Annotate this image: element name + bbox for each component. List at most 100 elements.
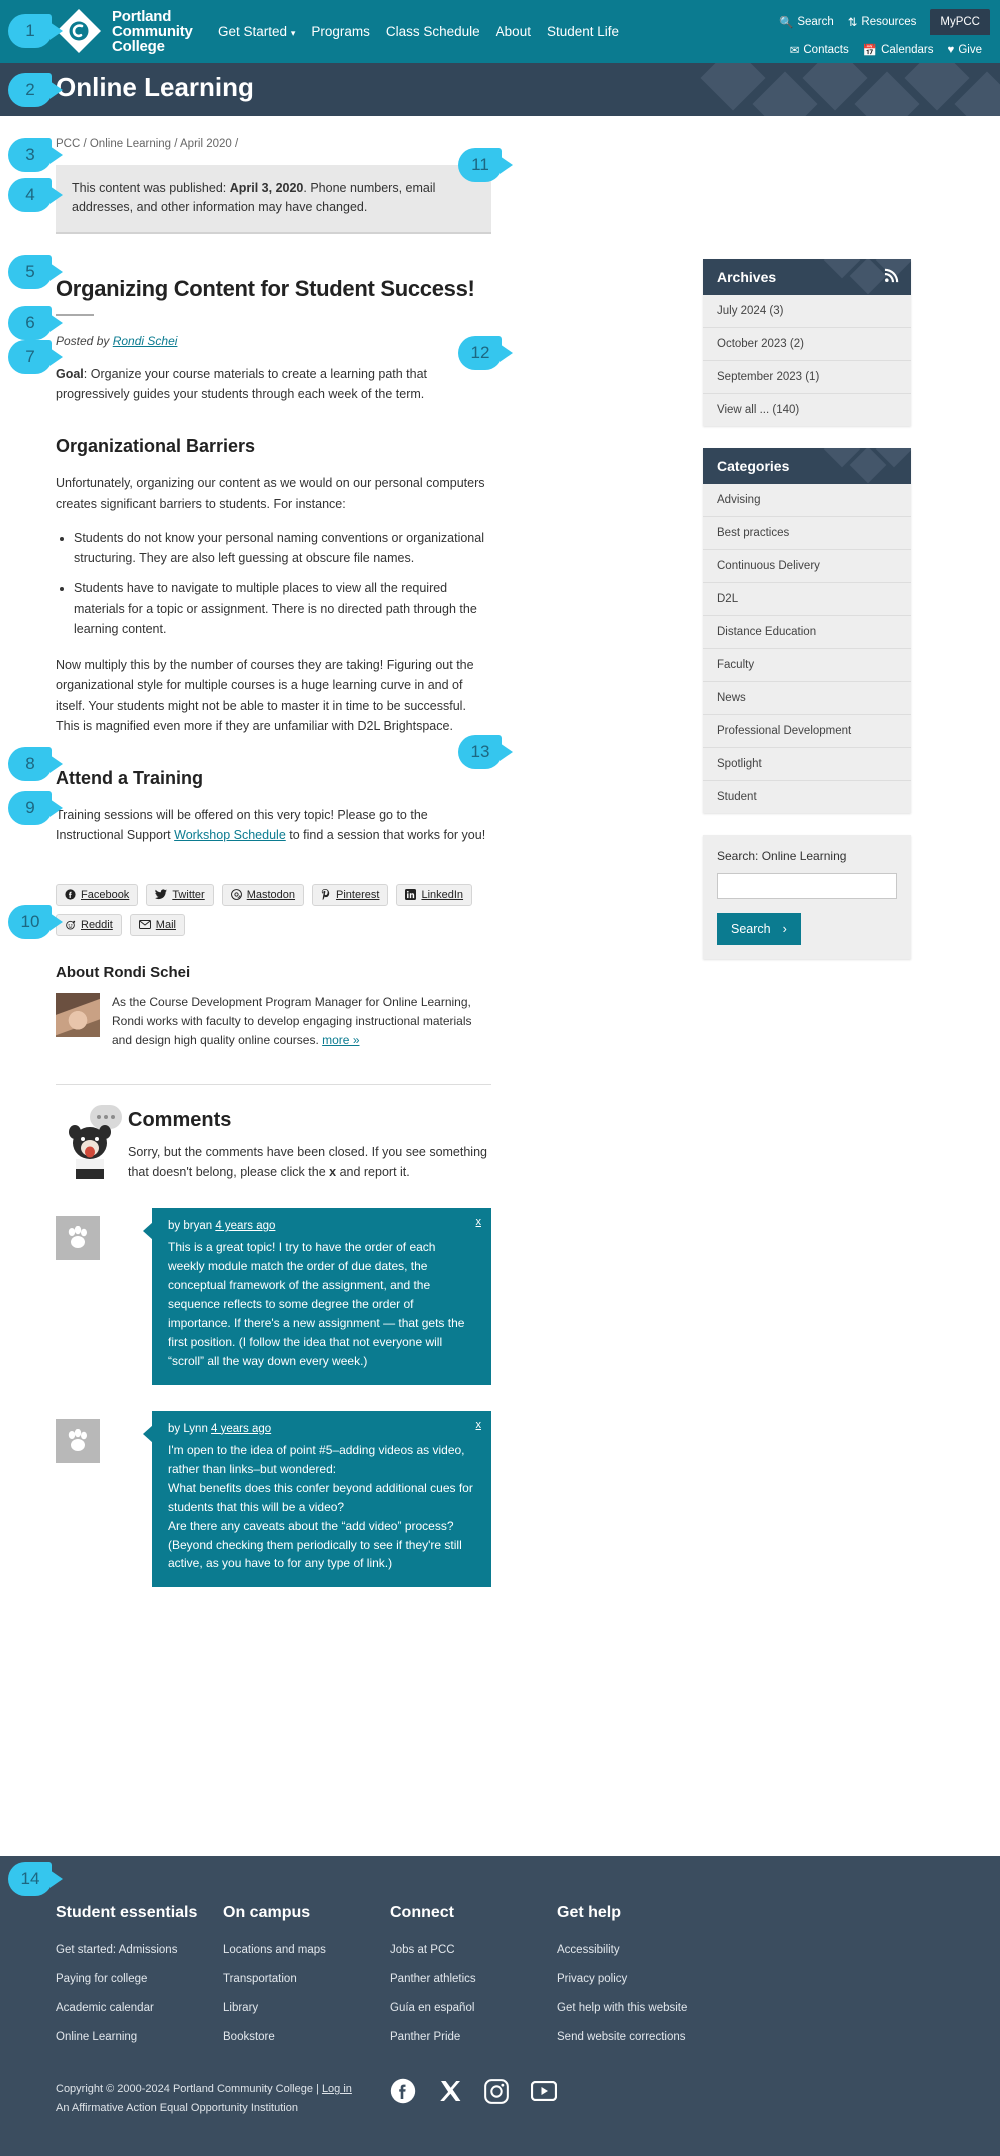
search-icon: 🔍 xyxy=(779,17,794,29)
site-logo[interactable]: Portland Community College xyxy=(56,8,193,54)
comment-time-link[interactable]: 4 years ago xyxy=(211,1423,271,1435)
footer-link[interactable]: Paying for college xyxy=(56,1973,223,1985)
footer-link[interactable]: Panther athletics xyxy=(390,1973,557,1985)
category-item[interactable]: Advising xyxy=(703,484,911,517)
callout-4: 4 xyxy=(8,178,52,212)
share-reddit-button[interactable]: Reddit xyxy=(56,913,122,936)
footer-link[interactable]: Privacy policy xyxy=(557,1973,724,1985)
archive-item[interactable]: September 2023 (1) xyxy=(703,361,911,394)
about-author-heading: About Rondi Schei xyxy=(56,963,191,981)
archive-item[interactable]: October 2023 (2) xyxy=(703,328,911,361)
category-item[interactable]: Professional Development xyxy=(703,715,911,748)
comment-author: by Lynn xyxy=(168,1422,212,1435)
workshop-schedule-link[interactable]: Workshop Schedule xyxy=(174,828,286,842)
page-title: Online Learning xyxy=(56,72,254,102)
report-comment-button[interactable]: x xyxy=(476,1216,482,1228)
footer-link[interactable]: Locations and maps xyxy=(223,1944,390,1956)
search-input[interactable] xyxy=(717,873,897,899)
closed-pre: Sorry, but the comments have been closed… xyxy=(128,1145,487,1180)
footer-link[interactable]: Bookstore xyxy=(223,2031,390,2043)
site-footer: Student essentials Get started: Admissio… xyxy=(0,1856,1000,2156)
about-more-link[interactable]: more » xyxy=(322,1033,359,1047)
footer-link[interactable]: Transportation xyxy=(223,1973,390,1985)
comment-text: This is a great topic! I try to have the… xyxy=(168,1240,465,1368)
nav-class-schedule[interactable]: Class Schedule xyxy=(386,24,480,39)
share-mastodon-button[interactable]: Mastodon xyxy=(221,883,305,906)
share-pinterest-button[interactable]: Pinterest xyxy=(312,883,389,906)
panther-mascot-icon xyxy=(64,1123,116,1180)
author-link[interactable]: Rondi Schei xyxy=(113,334,178,348)
category-item[interactable]: Continuous Delivery xyxy=(703,550,911,583)
heart-icon: ♥ xyxy=(947,44,955,56)
footer-column-on-campus: On campus Locations and maps Transportat… xyxy=(223,1904,390,2060)
footer-link[interactable]: Panther Pride xyxy=(390,2031,557,2043)
comments-heading: Comments xyxy=(128,1109,232,1132)
search-button[interactable]: Search › xyxy=(717,913,801,945)
footer-link[interactable]: Accessibility xyxy=(557,1944,724,1956)
category-item[interactable]: Student xyxy=(703,781,911,813)
mastodon-icon xyxy=(230,889,242,900)
nav-get-started[interactable]: Get Started ▾ xyxy=(218,24,295,39)
footer-heading: Connect xyxy=(390,1904,454,1921)
list-item: Students do not know your personal namin… xyxy=(74,528,491,569)
logo-line-3: College xyxy=(112,37,165,55)
breadcrumb[interactable]: PCC / Online Learning / April 2020 / xyxy=(56,116,491,150)
util-give[interactable]: ♥ Give xyxy=(948,44,982,56)
nav-programs[interactable]: Programs xyxy=(311,24,370,39)
facebook-icon xyxy=(65,889,76,900)
main-content: PCC / Online Learning / April 2020 / Thi… xyxy=(56,116,491,1588)
footer-link[interactable]: Get started: Admissions xyxy=(56,1944,223,1956)
category-item[interactable]: Distance Education xyxy=(703,616,911,649)
article-byline: Posted by Rondi Schei xyxy=(56,334,491,348)
rss-icon[interactable] xyxy=(884,268,899,286)
categories-widget-header: Categories xyxy=(703,448,911,484)
login-link[interactable]: Log in xyxy=(322,2083,352,2095)
category-item[interactable]: Faculty xyxy=(703,649,911,682)
nav-about[interactable]: About xyxy=(496,24,531,39)
category-item[interactable]: Spotlight xyxy=(703,748,911,781)
report-comment-button[interactable]: x xyxy=(476,1419,482,1431)
util-mypcc[interactable]: MyPCC xyxy=(930,9,990,35)
author-bio: As the Course Development Program Manage… xyxy=(112,993,491,1051)
youtube-icon[interactable] xyxy=(530,2080,558,2104)
category-item[interactable]: D2L xyxy=(703,583,911,616)
nav-student-life[interactable]: Student Life xyxy=(547,24,619,39)
footer-heading: Get help xyxy=(557,1904,622,1921)
footer-link[interactable]: Send website corrections xyxy=(557,2031,724,2043)
callout-2: 2 xyxy=(8,73,52,107)
barriers-outro: Now multiply this by the number of cours… xyxy=(56,658,474,733)
util-search[interactable]: 🔍 Search xyxy=(779,15,834,29)
util-contacts[interactable]: ✉ Contacts xyxy=(790,43,849,57)
share-mail-button[interactable]: Mail xyxy=(129,913,185,936)
comment-time-link[interactable]: 4 years ago xyxy=(215,1220,275,1232)
footer-link[interactable]: Get help with this website xyxy=(557,2002,724,2014)
main-navigation: Get Started ▾ Programs Class Schedule Ab… xyxy=(218,24,619,39)
comment-bubble: x by bryan 4 years ago This is a great t… xyxy=(143,1208,491,1385)
archive-item[interactable]: July 2024 (3) xyxy=(703,295,911,328)
callout-7: 7 xyxy=(8,340,52,374)
footer-link[interactable]: Jobs at PCC xyxy=(390,1944,557,1956)
closed-post: and report it. xyxy=(336,1165,410,1180)
notice-pre: This content was published: xyxy=(72,181,230,195)
share-twitter-button[interactable]: Twitter xyxy=(146,883,214,906)
callout-6: 6 xyxy=(8,306,52,340)
share-linkedin-button[interactable]: LinkedIn xyxy=(396,883,473,906)
category-item[interactable]: News xyxy=(703,682,911,715)
footer-link[interactable]: Online Learning xyxy=(56,2031,223,2043)
util-resources[interactable]: ⇅ Resources xyxy=(848,15,917,29)
site-header: Portland Community College Get Started ▾… xyxy=(0,0,1000,63)
footer-link[interactable]: Library xyxy=(223,2002,390,2014)
paw-avatar-icon xyxy=(56,1418,100,1463)
footer-link[interactable]: Academic calendar xyxy=(56,2002,223,2014)
category-item[interactable]: Best practices xyxy=(703,517,911,550)
facebook-icon[interactable] xyxy=(390,2078,416,2107)
share-buttons: Facebook Twitter Mastodon Pinterest Link… xyxy=(56,883,491,936)
chevron-right-icon: › xyxy=(782,922,787,936)
footer-link[interactable]: Guía en español xyxy=(390,2002,557,2014)
archive-view-all[interactable]: View all ... (140) xyxy=(703,394,911,426)
share-facebook-button[interactable]: Facebook xyxy=(56,883,139,906)
x-icon[interactable] xyxy=(438,2079,462,2106)
util-calendars[interactable]: 📅 Calendars xyxy=(863,43,934,57)
footer-heading: On campus xyxy=(223,1904,311,1921)
instagram-icon[interactable] xyxy=(484,2078,509,2107)
